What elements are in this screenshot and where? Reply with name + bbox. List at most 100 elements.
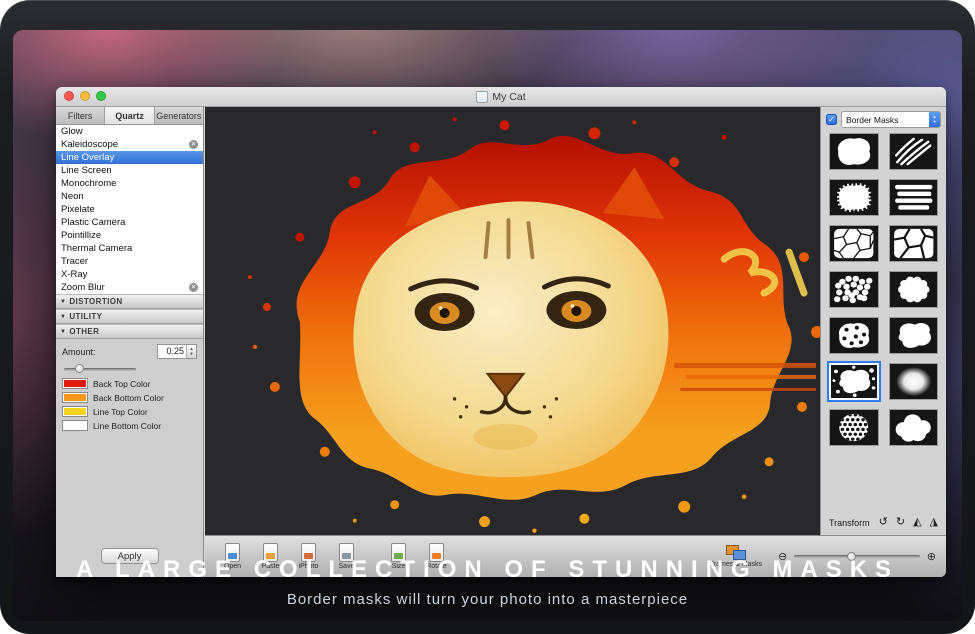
amount-label: Amount: xyxy=(62,347,96,357)
filter-item-neon[interactable]: Neon xyxy=(56,190,203,203)
amount-slider[interactable] xyxy=(64,364,136,374)
dropdown-arrows-icon: ▲ ▼ xyxy=(929,112,940,127)
filter-label: Kaleidoscope xyxy=(61,139,118,150)
filter-item-plastic-camera[interactable]: Plastic Camera xyxy=(56,216,203,229)
rotate-right-icon[interactable]: ↻ xyxy=(896,517,905,528)
filter-item-zoom-blur[interactable]: Zoom Blur ✕ xyxy=(56,281,203,294)
filter-item-line-overlay[interactable]: Line Overlay xyxy=(56,151,203,164)
flip-horizontal-icon[interactable]: ◭ xyxy=(913,517,921,528)
subheadline: Border masks will turn your photo into a… xyxy=(13,591,962,608)
color-row-back-top-color: Back Top Color xyxy=(62,378,197,389)
mask-thumb-cloud-blob[interactable] xyxy=(889,409,939,446)
tab-generators[interactable]: Generators xyxy=(155,107,203,124)
color-well-list: Back Top Color Back Bottom Color Line Top … xyxy=(62,378,197,431)
color-row-back-bottom-color: Back Bottom Color xyxy=(62,392,197,403)
checkmark-icon: ✓ xyxy=(828,115,835,124)
color-label: Line Top Color xyxy=(93,407,148,417)
device-frame: My Cat FiltersQuartzGenerators GlowKalei… xyxy=(0,0,975,634)
traffic-lights xyxy=(64,91,106,101)
filter-item-glow[interactable]: Glow xyxy=(56,125,203,138)
headline: A LARGE COLLECTION OF STUNNING MASKS xyxy=(13,556,962,584)
stepper-down-icon[interactable]: ▼ xyxy=(190,352,194,357)
mask-thumb-paint-blob[interactable] xyxy=(829,133,879,170)
mask-thumb-hex-circle[interactable] xyxy=(829,409,879,446)
tab-filters[interactable]: Filters xyxy=(56,107,105,124)
zoom-button[interactable] xyxy=(96,91,106,101)
filter-item-pixelate[interactable]: Pixelate xyxy=(56,203,203,216)
tab-quartz[interactable]: Quartz xyxy=(105,107,154,124)
color-well[interactable] xyxy=(62,378,88,389)
mask-thumb-dot-cluster[interactable] xyxy=(829,271,879,308)
section-header-distortion[interactable]: ▼Distortion xyxy=(56,294,203,309)
transform-label: Transform xyxy=(829,518,870,528)
mask-thumb-cracked-stones[interactable] xyxy=(889,225,939,262)
filter-label: Neon xyxy=(61,191,84,202)
disclosure-triangle-icon: ▼ xyxy=(60,329,66,335)
close-button[interactable] xyxy=(64,91,74,101)
filter-label: Plastic Camera xyxy=(61,217,125,228)
disclosure-triangle-icon: ▼ xyxy=(60,314,66,320)
mask-grid xyxy=(829,133,938,446)
filter-label: Pixelate xyxy=(61,204,95,215)
filter-label: Zoom Blur xyxy=(61,282,105,293)
section-label: Distortion xyxy=(69,297,122,306)
mask-thumb-bumpy-blob[interactable] xyxy=(889,317,939,354)
remove-filter-icon[interactable]: ✕ xyxy=(189,283,198,292)
dropdown-value: Border Masks xyxy=(846,115,898,125)
mask-thumb-lace-blob[interactable] xyxy=(829,317,879,354)
filter-item-monochrome[interactable]: Monochrome xyxy=(56,177,203,190)
masks-header: ✓ Border Masks ▲ ▼ xyxy=(821,107,946,130)
mask-thumb-scalloped-circle[interactable] xyxy=(889,271,939,308)
mask-thumb-splatter-blob[interactable] xyxy=(829,363,879,400)
filter-label: Line Screen xyxy=(61,165,112,176)
section-header-utility[interactable]: ▼Utility xyxy=(56,309,203,324)
transform-row: Transform ↺ ↻ ◭ ◮ xyxy=(829,517,938,528)
amount-value-field[interactable]: 0.25 ▲ ▼ xyxy=(157,344,197,359)
filters-sidebar: FiltersQuartzGenerators GlowKaleidoscope… xyxy=(56,107,204,577)
transform-icons: ↺ ↻ ◭ ◮ xyxy=(879,517,938,528)
section-header-other[interactable]: ▼Other xyxy=(56,324,203,339)
filter-label: Glow xyxy=(61,126,83,137)
disclosure-triangle-icon: ▼ xyxy=(60,299,66,305)
mask-thumb-cell-mesh[interactable] xyxy=(829,225,879,262)
document-icon xyxy=(476,91,488,103)
section-label: Utility xyxy=(69,312,102,321)
sidebar-tabs: FiltersQuartzGenerators xyxy=(56,107,203,125)
color-label: Back Top Color xyxy=(93,379,150,389)
color-well[interactable] xyxy=(62,406,88,417)
color-row-line-bottom-color: Line Bottom Color xyxy=(62,420,197,431)
filter-item-tracer[interactable]: Tracer xyxy=(56,255,203,268)
filter-label: Monochrome xyxy=(61,178,116,189)
remove-filter-icon[interactable]: ✕ xyxy=(189,140,198,149)
filter-item-thermal-camera[interactable]: Thermal Camera xyxy=(56,242,203,255)
filter-item-kaleidoscope[interactable]: Kaleidoscope ✕ xyxy=(56,138,203,151)
slider-thumb[interactable] xyxy=(75,364,84,373)
filter-list: Glow Kaleidoscope ✕ Line Overlay Line Screen… xyxy=(56,125,203,294)
desktop-wallpaper: My Cat FiltersQuartzGenerators GlowKalei… xyxy=(13,30,962,621)
filter-label: Tracer xyxy=(61,256,88,267)
rotate-left-icon[interactable]: ↺ xyxy=(879,517,888,528)
filter-item-line-screen[interactable]: Line Screen xyxy=(56,164,203,177)
mask-thumb-soft-glow[interactable] xyxy=(889,363,939,400)
color-well[interactable] xyxy=(62,392,88,403)
filter-label: X-Ray xyxy=(61,269,87,280)
window-title-text: My Cat xyxy=(492,91,525,103)
filter-label: Thermal Camera xyxy=(61,243,132,254)
amount-stepper[interactable]: ▲ ▼ xyxy=(186,345,196,358)
flip-vertical-icon[interactable]: ◮ xyxy=(930,517,938,528)
minimize-button[interactable] xyxy=(80,91,90,101)
mask-thumb-scribble-strokes[interactable] xyxy=(889,133,939,170)
app-window: My Cat FiltersQuartzGenerators GlowKalei… xyxy=(56,87,946,577)
filter-label: Line Overlay xyxy=(61,152,114,163)
filter-item-x-ray[interactable]: X-Ray xyxy=(56,268,203,281)
color-well[interactable] xyxy=(62,420,88,431)
masks-panel: ✓ Border Masks ▲ ▼ Transform xyxy=(820,107,946,535)
filter-controls: Amount: 0.25 ▲ ▼ xyxy=(56,339,203,577)
window-titlebar: My Cat xyxy=(56,87,946,107)
masks-enabled-checkbox[interactable]: ✓ xyxy=(826,114,837,125)
mask-category-dropdown[interactable]: Border Masks ▲ ▼ xyxy=(841,111,941,128)
mask-thumb-rough-blob[interactable] xyxy=(829,179,879,216)
color-label: Back Bottom Color xyxy=(93,393,164,403)
filter-item-pointillize[interactable]: Pointillize xyxy=(56,229,203,242)
mask-thumb-brush-strokes[interactable] xyxy=(889,179,939,216)
